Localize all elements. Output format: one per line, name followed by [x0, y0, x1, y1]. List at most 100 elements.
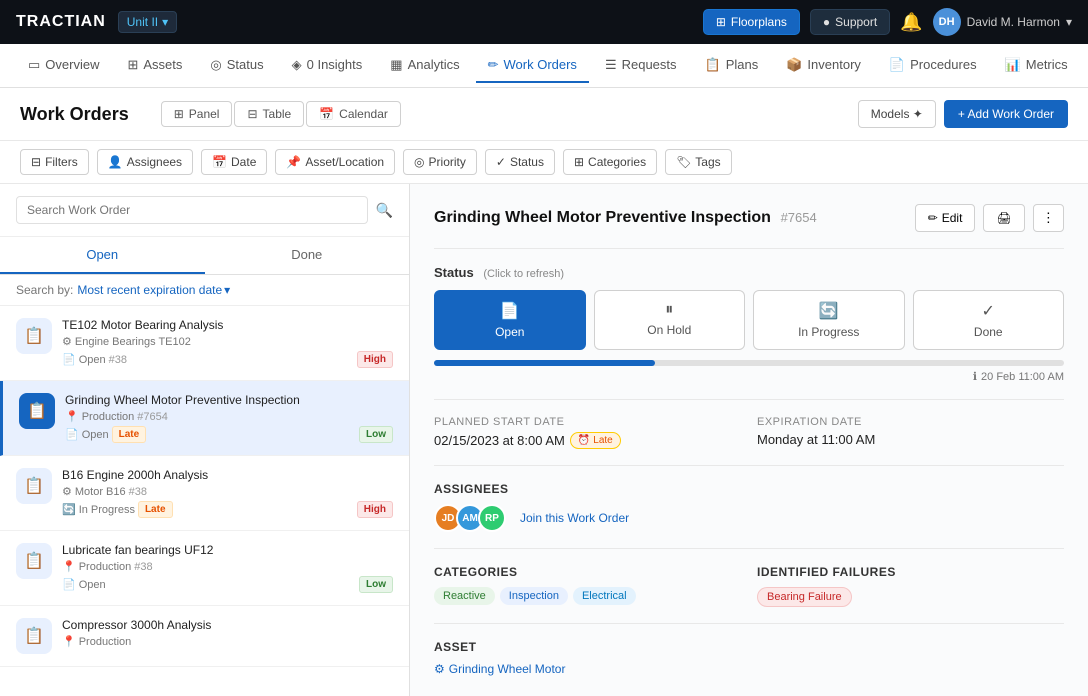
view-tab-calendar[interactable]: 📅 Calendar: [306, 101, 401, 127]
top-bar: TRACTIAN Unit II ▾ ⊞ Floorplans ● Suppor…: [0, 0, 1088, 44]
work-order-item[interactable]: 📋 TE102 Motor Bearing Analysis ⚙ Engine …: [0, 306, 409, 381]
plans-icon: 📋: [705, 57, 721, 73]
unit-chevron-icon: ▾: [162, 15, 168, 29]
work-order-number: #38: [129, 486, 147, 498]
work-order-title: Grinding Wheel Motor Preventive Inspecti…: [65, 393, 393, 407]
progress-fill: [434, 360, 655, 366]
detail-title: Grinding Wheel Motor Preventive Inspecti…: [434, 209, 771, 226]
work-order-item[interactable]: 📋 Grinding Wheel Motor Preventive Inspec…: [0, 381, 409, 456]
nav-item-procedures[interactable]: 📄 Procedures: [877, 49, 989, 83]
tag-bearing-failure: Bearing Failure: [757, 587, 852, 607]
expiration-value: Monday at 11:00 AM: [757, 432, 875, 447]
nav-item-analytics[interactable]: ▦ Analytics: [378, 49, 471, 83]
assignees-section: Assignees JD AM RP Join this Work Order: [434, 482, 1064, 532]
done-icon: ✓: [982, 301, 995, 321]
status-open-button[interactable]: 📄 Open: [434, 290, 586, 350]
nav-item-assets[interactable]: ⊞ Assets: [115, 49, 194, 83]
inprogress-icon: 🔄: [819, 301, 839, 321]
work-order-item[interactable]: 📋 Compressor 3000h Analysis 📍 Production: [0, 606, 409, 667]
print-button[interactable]: 🖨: [983, 204, 1024, 232]
status-filter[interactable]: ✓ Status: [485, 149, 555, 175]
late-indicator: ⏰ Late: [570, 432, 621, 449]
dates-section: Planned Start Date 02/15/2023 at 8:00 AM…: [434, 416, 1064, 449]
nav-item-status[interactable]: ◎ Status: [198, 49, 275, 83]
expiration-label: Expiration Date: [757, 416, 1064, 428]
logo: TRACTIAN: [16, 13, 106, 31]
status-onhold-button[interactable]: ⏸ On Hold: [594, 290, 746, 350]
nav-item-plans[interactable]: 📋 Plans: [693, 49, 771, 83]
categories-title: Categories: [434, 565, 741, 579]
status-filter-icon: ✓: [496, 155, 506, 169]
priority-badge: High: [357, 501, 393, 518]
nav-item-workorders[interactable]: ✏ Work Orders: [476, 49, 589, 83]
user-chevron-icon: ▾: [1066, 15, 1072, 29]
status-inprogress-button[interactable]: 🔄 In Progress: [753, 290, 905, 350]
edit-button[interactable]: ✏ Edit: [915, 204, 976, 232]
assignee-row: JD AM RP Join this Work Order: [434, 504, 1064, 532]
join-work-order-link[interactable]: Join this Work Order: [520, 511, 629, 525]
priority-badge: High: [357, 351, 393, 368]
more-options-button[interactable]: ⋮: [1033, 204, 1064, 232]
work-order-sub: ⚙ Motor B16 #38: [62, 485, 393, 498]
view-tabs: ⊞ Panel ⊟ Table 📅 Calendar: [161, 101, 401, 127]
requests-icon: ☰: [605, 57, 617, 73]
priority-badge: Low: [359, 576, 393, 593]
assignees-filter[interactable]: 👤 Assignees: [97, 149, 193, 175]
work-order-sub: ⚙ Engine Bearings TE102: [62, 335, 393, 348]
add-work-order-button[interactable]: + Add Work Order: [944, 100, 1068, 128]
tab-open[interactable]: Open: [0, 237, 205, 274]
nav-item-reports[interactable]: 📑 Reports: [1084, 49, 1088, 83]
tags-filter[interactable]: 🏷 Tags: [665, 149, 732, 175]
work-order-item[interactable]: 📋 Lubricate fan bearings UF12 📍 Producti…: [0, 531, 409, 606]
nav-bar: ▭ Overview ⊞ Assets ◎ Status ◈ 0 Insight…: [0, 44, 1088, 88]
asset-link[interactable]: ⚙ Grinding Wheel Motor: [434, 662, 1064, 676]
priority-filter[interactable]: ◎ Priority: [403, 149, 477, 175]
work-order-sub: 📍 Production #38: [62, 560, 393, 573]
overview-icon: ▭: [28, 57, 40, 73]
unit-selector[interactable]: Unit II ▾: [118, 11, 177, 33]
info-icon: ℹ: [973, 370, 977, 383]
asset-location-filter[interactable]: 📌 Asset/Location: [275, 149, 395, 175]
work-order-title: Compressor 3000h Analysis: [62, 618, 393, 632]
tab-done[interactable]: Done: [205, 237, 410, 274]
floorplans-button[interactable]: ⊞ Floorplans: [703, 9, 800, 35]
view-tab-panel[interactable]: ⊞ Panel: [161, 101, 233, 127]
planned-start-item: Planned Start Date 02/15/2023 at 8:00 AM…: [434, 416, 741, 449]
status-section-title: Status: [434, 265, 474, 280]
filters-button[interactable]: ⊟ Filters: [20, 149, 89, 175]
tag-reactive: Reactive: [434, 587, 495, 605]
planned-start-label: Planned Start Date: [434, 416, 741, 428]
nav-item-inventory[interactable]: 📦 Inventory: [774, 49, 873, 83]
search-input[interactable]: [16, 196, 368, 224]
asset-icon: ⚙: [434, 662, 445, 676]
sort-selector[interactable]: Most recent expiration date ▾: [77, 283, 230, 297]
status-done-button[interactable]: ✓ Done: [913, 290, 1065, 350]
nav-item-metrics[interactable]: 📊 Metrics: [993, 49, 1080, 83]
categories-filter[interactable]: ⊞ Categories: [563, 149, 657, 175]
onhold-icon: ⏸: [665, 301, 673, 319]
view-tab-table[interactable]: ⊟ Table: [234, 101, 304, 127]
page-header: Work Orders ⊞ Panel ⊟ Table 📅 Calendar M…: [0, 88, 1088, 141]
nav-item-requests[interactable]: ☰ Requests: [593, 49, 689, 83]
unit-label: Unit II: [127, 15, 158, 29]
asset-location-icon: 📌: [286, 155, 301, 169]
search-button[interactable]: 🔍: [376, 202, 393, 219]
user-menu[interactable]: DH David M. Harmon ▾: [933, 8, 1072, 36]
date-filter[interactable]: 📅 Date: [201, 149, 267, 175]
nav-item-overview[interactable]: ▭ Overview: [16, 49, 111, 83]
filter-bar: ⊟ Filters 👤 Assignees 📅 Date 📌 Asset/Loc…: [0, 141, 1088, 184]
work-order-item[interactable]: 📋 B16 Engine 2000h Analysis ⚙ Motor B16 …: [0, 456, 409, 531]
left-panel: 🔍 Open Done Search by: Most recent expir…: [0, 184, 410, 696]
progress-info: ℹ 20 Feb 11:00 AM: [434, 370, 1064, 383]
panel-icon: ⊞: [174, 107, 184, 121]
calendar-icon: 📅: [319, 107, 334, 121]
models-button[interactable]: Models ✦: [858, 100, 936, 128]
status-icon: 📄: [62, 353, 76, 366]
sub-icon: 📍: [62, 635, 76, 648]
asset-section: Asset ⚙ Grinding Wheel Motor: [434, 640, 1064, 676]
nav-item-insights[interactable]: ◈ 0 Insights: [280, 49, 375, 83]
tag-electrical: Electrical: [573, 587, 636, 605]
status-icon: 📄: [65, 428, 79, 441]
support-button[interactable]: ● Support: [810, 9, 890, 35]
notifications-button[interactable]: 🔔: [900, 12, 922, 33]
